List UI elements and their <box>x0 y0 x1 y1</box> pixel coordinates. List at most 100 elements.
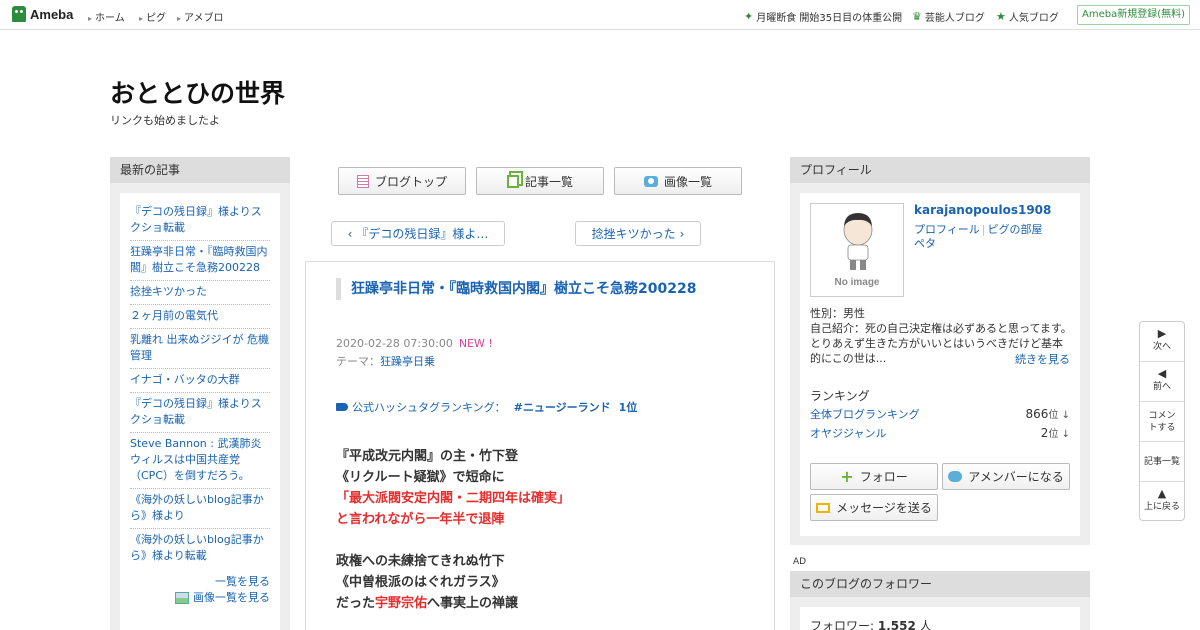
ameba-logo-text: Ameba <box>30 6 74 22</box>
article-text: 『平成改元内閣』の主・竹下登 <box>336 449 519 464</box>
followers-count: 1,552 <box>877 619 916 630</box>
recent-article-link[interactable]: 乳離れ 出来ぬジジイが 危機管理 <box>130 329 270 369</box>
article-theme: テーマ：狂躁亭日乗 <box>336 353 435 369</box>
peta-link[interactable]: ペタ <box>914 237 936 250</box>
float-next-button[interactable]: ▶ 次へ <box>1140 328 1184 353</box>
overall-rank-number: 866 <box>1025 407 1049 421</box>
recent-article-link[interactable]: イナゴ・バッタの大群 <box>130 369 270 393</box>
article-date: 2020-02-28 07:30:00 NEW ! <box>336 337 493 350</box>
blog-top-button[interactable]: ブログトップ <box>338 167 466 195</box>
prev-article-link[interactable]: ‹ 『デコの残日録』様よ… <box>331 221 505 246</box>
recent-article-link[interactable]: 《海外の妖しいblog記事から》様より <box>130 489 270 529</box>
camera-icon <box>643 175 658 187</box>
arrow-down-icon: ↓ <box>1058 429 1070 440</box>
recent-article-link[interactable]: 『デコの残日録』様よりスクショ転載 <box>130 201 270 241</box>
signup-button[interactable]: Ameba新規登録(無料) <box>1077 5 1190 25</box>
image-gallery-icon <box>175 592 189 604</box>
ameba-logo[interactable]: Ameba <box>12 6 73 22</box>
divider <box>1140 361 1184 362</box>
profile-link[interactable]: プロフィール <box>914 223 980 236</box>
recent-article-link[interactable]: 捻挫キツかった <box>130 281 270 305</box>
recent-articles-list: 『デコの残日録』様よりスクショ転載 狂躁亭非日常・『臨時救国内閣』樹立こそ急務2… <box>120 193 280 630</box>
float-prev-label: 前へ <box>1152 382 1171 392</box>
amember-button[interactable]: アメンバーになる <box>942 463 1070 490</box>
global-header: Ameba ホーム ピグ アメブロ ✦ 月曜断食 開始35日目の体重公開 ♛ 芸… <box>0 0 1200 30</box>
news-link[interactable]: ✦ 月曜断食 開始35日目の体重公開 <box>744 9 902 24</box>
float-comment-button[interactable]: コメントする <box>1140 410 1184 434</box>
envelope-icon <box>816 502 831 513</box>
float-list-button[interactable]: 記事一覧 <box>1140 456 1184 468</box>
avatar[interactable]: No image <box>810 203 904 297</box>
hashtag-ranking-link[interactable]: 公式ハッシュタグランキング： #ニュージーランド 1位 <box>336 399 637 415</box>
article-line: 政権への未練捨てきれぬ竹下 <box>336 551 570 572</box>
default-avatar-icon <box>843 213 873 270</box>
genre-ranking-value: 2位 ↓ <box>1041 425 1070 441</box>
pigg-room-link[interactable]: ピグの部屋 <box>988 223 1043 236</box>
recent-article-link[interactable]: 《海外の妖しいblog記事から》様より転載 <box>130 529 270 568</box>
followers-panel: このブログのフォロワー フォロワー: 1,552 人 <box>790 571 1090 630</box>
theme-label: テーマ： <box>336 355 380 368</box>
theme-link[interactable]: 狂躁亭日乗 <box>380 355 435 368</box>
next-article-link[interactable]: 捻挫キツかった › <box>575 221 701 246</box>
article-timestamp: 2020-02-28 07:30:00 <box>336 337 453 350</box>
float-prev-button[interactable]: ◀ 前へ <box>1140 368 1184 393</box>
separator: | <box>981 223 986 236</box>
new-badge: NEW ! <box>458 337 493 350</box>
image-list-button[interactable]: 画像一覧 <box>614 167 742 195</box>
profile-heading: プロフィール <box>790 157 1090 183</box>
article-text: 政権への未練捨てきれぬ竹下 <box>336 554 505 569</box>
blog-title[interactable]: おととひの世界 <box>110 74 285 110</box>
recent-articles-panel: 最新の記事 『デコの残日録』様よりスクショ転載 狂躁亭非日常・『臨時救国内閣』樹… <box>110 157 290 630</box>
see-all-images-link[interactable]: 画像一覧を見る <box>130 590 270 606</box>
float-top-button[interactable]: ▲ 上に戻る <box>1140 488 1184 513</box>
nav-home[interactable]: ホーム <box>88 9 125 24</box>
nav-ameblo[interactable]: アメブロ <box>177 9 224 24</box>
documents-icon <box>506 174 519 188</box>
overall-ranking-link[interactable]: 全体ブログランキング <box>810 406 920 422</box>
celebrity-blog-link[interactable]: ♛ 芸能人ブログ <box>912 9 985 24</box>
send-message-button[interactable]: メッセージを送る <box>810 494 938 521</box>
recent-article-link[interactable]: 『デコの残日録』様よりスクショ転載 <box>130 393 270 433</box>
blog-description: リンクも始めましたよ <box>110 114 220 127</box>
profile-box: No image karajanopoulos1908 プロフィール | ピグの部屋… <box>800 193 1080 536</box>
see-all-articles-link[interactable]: 一覧を見る <box>130 574 270 590</box>
ranking-genre: オヤジジャンル 2位 ↓ <box>810 425 1070 441</box>
genre-ranking-link[interactable]: オヤジジャンル <box>810 425 886 441</box>
hashtag-ranking-label: 公式ハッシュタグランキング： <box>352 401 506 414</box>
follow-button[interactable]: + フォロー <box>810 463 938 490</box>
read-more-link[interactable]: 続きを見る <box>1015 351 1070 367</box>
followers-count-row: フォロワー: 1,552 人 <box>800 607 1080 630</box>
nav-pigg[interactable]: ピグ <box>139 9 166 24</box>
profile-panel: プロフィール No image karajanopoulos1908 プロフィー… <box>790 157 1090 545</box>
see-all-images-text: 画像一覧を見る <box>193 591 270 604</box>
triangle-up-icon: ▲ <box>1157 487 1167 500</box>
send-message-label: メッセージを送る <box>836 501 932 515</box>
recent-article-link[interactable]: 狂躁亭非日常・『臨時救国内閣』樹立こそ急務200228 <box>130 241 270 281</box>
article-line: 《中曽根派のはぐれガラス》 <box>336 572 570 593</box>
article-title[interactable]: 狂躁亭非日常・『臨時救国内閣』樹立こそ急務200228 <box>336 278 746 300</box>
no-image-label: No image <box>834 277 880 288</box>
ameba-logo-icon <box>12 6 26 22</box>
next-article-title: 捻挫キツかった <box>591 227 676 241</box>
article-list-label: 記事一覧 <box>524 174 573 189</box>
recent-article-link[interactable]: ２ヶ月前の電気代 <box>130 305 270 329</box>
article-line <box>336 530 570 551</box>
popular-blog-link[interactable]: ★ 人気ブログ <box>996 9 1059 24</box>
article-highlight-text: と言われながら一年半で退陣 <box>336 512 505 527</box>
hashtag-rank: 1位 <box>618 401 638 414</box>
plus-icon: + <box>840 467 854 486</box>
crown-icon: ♛ <box>912 10 922 23</box>
play-right-icon: ▶ <box>1157 327 1167 340</box>
article-line: だった宇野宗佑へ事実上の禅譲 <box>336 593 570 614</box>
username-link[interactable]: karajanopoulos1908 <box>914 203 1051 217</box>
float-next-label: 次へ <box>1152 342 1171 352</box>
article-body: 『平成改元内閣』の主・竹下登 《リクルート疑獄》で短命に 「最大派閥安定内閣・二期四… <box>336 446 570 614</box>
floating-nav: ▶ 次へ ◀ 前へ コメントする 記事一覧 ▲ 上に戻る <box>1139 321 1185 521</box>
article-list-button[interactable]: 記事一覧 <box>476 167 604 195</box>
float-comment-label: コメントする <box>1148 411 1176 433</box>
profile-links: プロフィール | ピグの部屋 ペタ <box>914 223 1074 251</box>
recent-article-link[interactable]: Steve Bannon : 武漢肺炎ウィルスは中国共産党（CPC）を倒すだろう… <box>130 433 270 489</box>
blog-top-label: ブログトップ <box>374 174 447 189</box>
article-line: 『平成改元内閣』の主・竹下登 <box>336 446 570 467</box>
article: 狂躁亭非日常・『臨時救国内閣』樹立こそ急務200228 2020-02-28 0… <box>305 261 775 630</box>
